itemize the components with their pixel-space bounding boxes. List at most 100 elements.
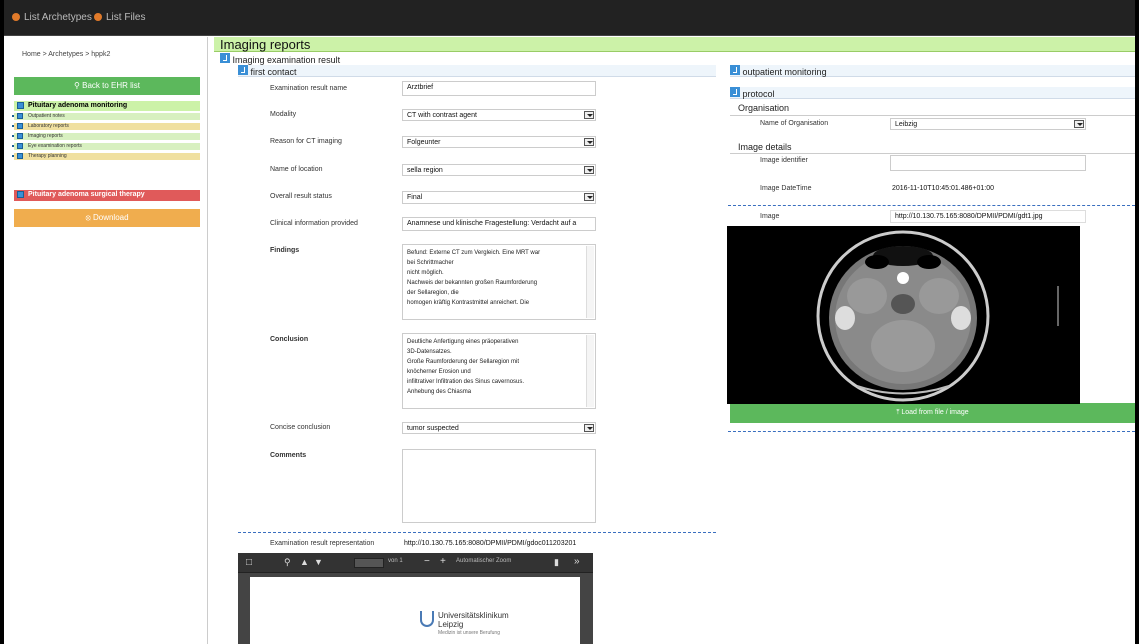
pdf-page: Universitätsklinikum Leipzig Medizin ist… [250, 577, 580, 644]
scrollbar[interactable] [586, 246, 594, 318]
status-label: Overall result status [270, 193, 332, 200]
page-number-input[interactable] [354, 558, 384, 568]
findings-label: Findings [270, 247, 300, 254]
concise-conclusion-select[interactable]: tumor suspected [402, 422, 596, 434]
comments-textarea[interactable] [402, 449, 596, 523]
chevron-down-icon [584, 111, 594, 119]
scrollbar[interactable] [586, 335, 594, 407]
download-icon: ⦻ [85, 213, 93, 222]
pdf-viewer[interactable]: □ ⚲ ▲ ▼ von 1 − + Automatischer Zoom ▮ »… [238, 553, 593, 644]
image-id-label: Image identifier [760, 157, 808, 164]
divider [730, 153, 1135, 154]
chevron-down-icon [584, 193, 594, 201]
sidebar-toggle-icon[interactable]: □ [246, 557, 252, 568]
org-name-select[interactable]: Leibzig [890, 118, 1086, 130]
pdf-toolbar: □ ⚲ ▲ ▼ von 1 − + Automatischer Zoom ▮ » [238, 553, 593, 573]
next-page-icon[interactable]: ▼ [314, 557, 323, 567]
zoom-select[interactable]: Automatischer Zoom [456, 558, 511, 564]
tab-icon [730, 87, 740, 97]
modality-select[interactable]: CT with contrast agent [402, 109, 596, 121]
group-pituitary-adenoma-surgical-therapy[interactable]: Pituitary adenoma surgical therapy [14, 190, 200, 201]
previous-page-icon[interactable]: ▲ [300, 557, 309, 567]
bookmark-icon[interactable]: ▮ [554, 557, 559, 568]
sidebar: Home > Archetypes > hppk2 ⚲ Back to EHR … [4, 37, 208, 644]
location-label: Name of location [270, 166, 323, 173]
sidebar-item-outpatient-notes[interactable]: Outpatient notes [12, 113, 200, 120]
archetype-icon [12, 13, 20, 22]
tab-outpatient-monitoring[interactable]: outpatient monitoring [730, 65, 1135, 77]
logo-text: Medizin ist unsere Berufung [438, 630, 500, 636]
tab-first-contact[interactable]: first contact [238, 65, 716, 77]
more-tools-icon[interactable]: » [574, 556, 580, 567]
exam-name-field[interactable]: Arztbrief [402, 81, 596, 96]
image-label: Image [760, 213, 780, 220]
app-window: List Archetypes List Files Home > Archet… [4, 0, 1135, 644]
sidebar-item-laboratory-reports[interactable]: Laboratory reports [12, 123, 200, 130]
representation-label: Examination result representation [270, 540, 375, 547]
tab-icon [730, 65, 740, 75]
group-pituitary-adenoma-monitoring[interactable]: Pituitary adenoma monitoring [14, 101, 200, 111]
status-select[interactable]: Final [402, 191, 596, 204]
sidebar-item-imaging-reports[interactable]: Imaging reports [12, 133, 200, 140]
search-icon: ⚲ [74, 81, 83, 90]
image-url-field[interactable]: http://10.130.75.165:8080/DPMII/PDMI/gdt… [890, 210, 1086, 223]
comments-label: Comments [270, 452, 307, 459]
conclusion-textarea[interactable]: Deutliche Anfertigung eines präoperative… [402, 333, 596, 409]
nav-list-files[interactable]: List Files [94, 12, 145, 23]
clinical-info-field[interactable]: Anamnese und klinische Fragestellung: Ve… [402, 217, 596, 231]
organisation-heading: Organisation [738, 103, 790, 113]
divider [728, 205, 1135, 206]
zoom-out-icon[interactable]: − [424, 556, 430, 567]
clinical-info-label: Clinical information provided [270, 220, 358, 227]
page-title: Imaging reports [220, 37, 311, 52]
concise-conclusion-label: Concise conclusion [270, 424, 331, 431]
chevron-down-icon [1074, 120, 1084, 128]
top-navbar: List Archetypes List Files [4, 0, 1135, 36]
download-button[interactable]: ⦻ Download [14, 209, 200, 227]
sidebar-item-eye-examination-reports[interactable]: Eye examination reports [12, 143, 200, 150]
image-id-field[interactable] [890, 155, 1086, 171]
folder-icon [17, 102, 24, 109]
divider [730, 115, 1135, 116]
upload-image-button[interactable]: ⤒ Load from file / image [730, 403, 1135, 423]
divider [238, 532, 716, 533]
page-count: von 1 [388, 558, 403, 564]
chevron-down-icon [584, 138, 594, 146]
university-logo-icon [420, 611, 434, 627]
tab-icon [238, 65, 248, 75]
ct-scan-image [727, 226, 1080, 404]
doc-icon [17, 133, 23, 139]
location-select[interactable]: sella region [402, 164, 596, 176]
doc-icon [17, 123, 23, 129]
breadcrumb[interactable]: Home > Archetypes > hppk2 [22, 51, 110, 58]
section-header: Imaging examination result [220, 53, 340, 65]
back-to-ehr-list-button[interactable]: ⚲ Back to EHR list [14, 77, 200, 95]
folder-icon [17, 191, 24, 198]
chevron-down-icon [584, 166, 594, 174]
doc-icon [17, 153, 23, 159]
page-title-bar: Imaging reports [214, 37, 1135, 52]
modality-label: Modality [270, 111, 297, 118]
exam-name-label: Examination result name [270, 85, 348, 92]
conclusion-label: Conclusion [270, 336, 309, 343]
tab-protocol[interactable]: protocol [730, 87, 1135, 99]
logo-text: Leipzig [438, 620, 464, 629]
search-icon[interactable]: ⚲ [284, 557, 291, 568]
chevron-down-icon [584, 424, 594, 432]
sidebar-item-therapy-planning[interactable]: Therapy planning [12, 153, 200, 160]
reason-select[interactable]: Folgeunter [402, 136, 596, 148]
reason-label: Reason for CT imaging [270, 138, 342, 145]
logo-text: Universitätsklinikum [438, 611, 509, 620]
doc-icon [17, 143, 23, 149]
image-datetime-value[interactable]: 2016-11-10T10:45:01.486+01:00 [892, 185, 994, 192]
nav-list-archetypes[interactable]: List Archetypes [12, 12, 92, 23]
section-icon [220, 53, 230, 63]
zoom-in-icon[interactable]: + [440, 556, 446, 567]
representation-url[interactable]: http://10.130.75.165:8080/DPMII/PDMI/gdo… [404, 540, 576, 547]
org-name-label: Name of Organisation [760, 120, 829, 127]
findings-textarea[interactable]: Befund: Externe CT zum Vergleich. Eine M… [402, 244, 596, 320]
doc-icon [17, 113, 23, 119]
divider [728, 431, 1135, 432]
image-details-heading: Image details [738, 142, 792, 152]
file-icon [94, 13, 102, 22]
